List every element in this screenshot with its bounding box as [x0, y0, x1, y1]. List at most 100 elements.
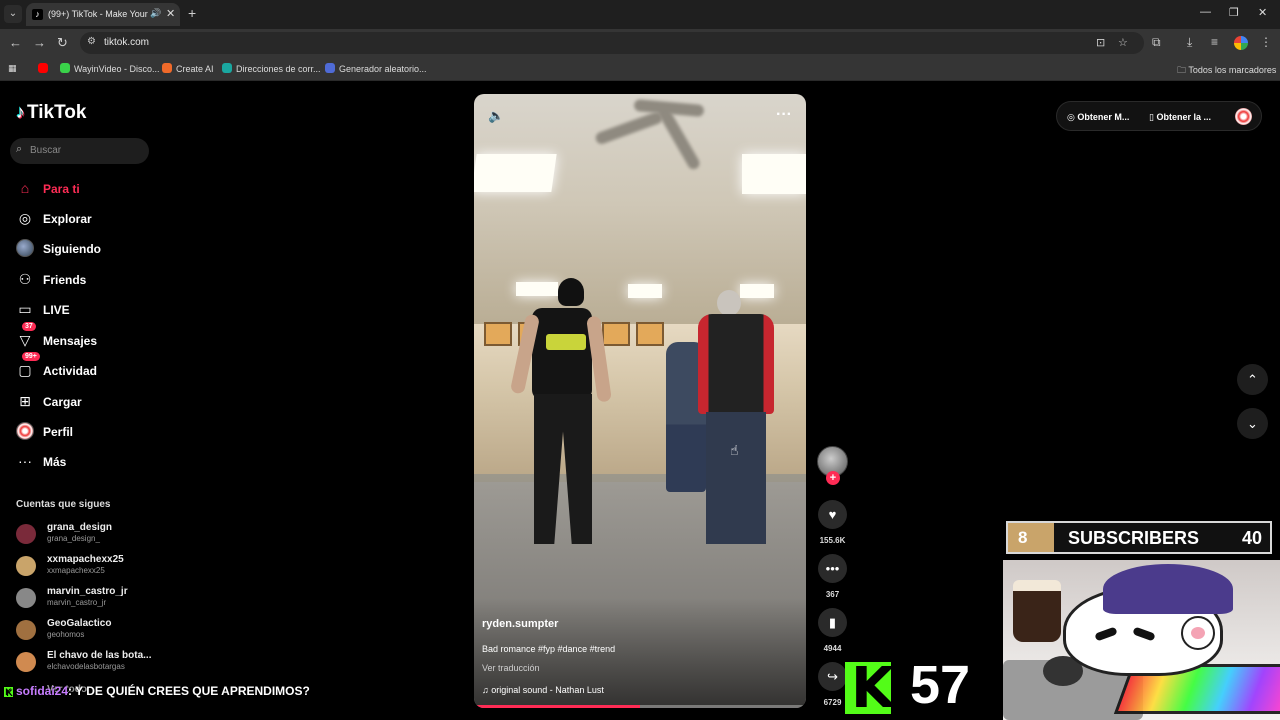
- bookmark-youtube[interactable]: [38, 63, 52, 74]
- all-bookmarks-folder[interactable]: 🗀 Todos los marcadores: [1177, 63, 1276, 79]
- save-button[interactable]: ▮: [818, 608, 847, 637]
- compass-icon: ◎: [18, 210, 32, 226]
- bystander-man-pants: [706, 412, 766, 544]
- chat-text: : Y DE QUIÉN CREES QUE APRENDIMOS?: [68, 684, 310, 698]
- bookmark-star-icon[interactable]: ☆: [1118, 36, 1128, 49]
- avatar: [16, 588, 36, 608]
- tiktok-favicon-icon: ♪: [32, 9, 43, 20]
- search-icon: ⌕: [16, 143, 23, 155]
- ceiling-light: [628, 284, 662, 298]
- activity-badge: 99+: [22, 352, 40, 361]
- nav-mensajes[interactable]: ▽ 37 Mensajes: [16, 322, 156, 351]
- next-video-button[interactable]: ⌄: [1237, 408, 1268, 439]
- follow-plus-icon[interactable]: +: [826, 471, 840, 485]
- nav-explorar[interactable]: ◎ Explorar: [16, 209, 156, 229]
- youtube-icon: [38, 63, 48, 73]
- downloads-icon[interactable]: ⤓: [1187, 35, 1192, 50]
- following-account[interactable]: grana_design grana_design_: [16, 520, 156, 548]
- address-bar[interactable]: ⚙ tiktok.com ⊡ ☆: [80, 32, 1144, 54]
- nav-cargar[interactable]: ⊞ Cargar: [16, 392, 156, 412]
- bookmark-create-ai[interactable]: Create AI: [162, 63, 214, 74]
- ceiling-fan: [594, 98, 705, 172]
- save-count: 4944: [823, 644, 842, 653]
- new-tab-button[interactable]: +: [188, 5, 196, 21]
- get-app-pill: ◎ Obtener M... ▯ Obtener la ...: [1056, 101, 1262, 131]
- browser-tab[interactable]: ♪ (99+) TikTok - Make Your Day 🔊 ✕: [26, 3, 180, 26]
- following-account[interactable]: xxmapachexx25 xxmapachexx25: [16, 552, 156, 580]
- bookmark-generador[interactable]: Generador aleatorio...: [325, 63, 427, 74]
- install-app-icon[interactable]: ⊡: [1096, 36, 1105, 49]
- back-icon[interactable]: ←: [9, 35, 22, 50]
- wayinvideo-icon: [60, 63, 70, 73]
- ceiling-light: [740, 284, 774, 298]
- close-window-icon[interactable]: ✕: [1258, 6, 1267, 19]
- bookmark-direcciones[interactable]: Direcciones de corr...: [222, 63, 321, 74]
- minimize-icon[interactable]: —: [1200, 6, 1211, 18]
- home-icon: ⌂: [20, 180, 30, 196]
- video-player[interactable]: 🔈 ··· ☝ ryden.sumpter Bad romance #fyp #…: [474, 94, 806, 708]
- heart-icon: ♥: [828, 507, 837, 522]
- nav-perfil[interactable]: Perfil: [16, 422, 156, 442]
- subscriber-current: 8: [1008, 523, 1054, 552]
- mascot-paw: [1181, 616, 1215, 650]
- mouse-cursor-icon: ☝: [730, 442, 739, 458]
- following-account[interactable]: El chavo de las bota... elchavodelasbota…: [16, 648, 156, 676]
- share-button[interactable]: ↪: [818, 662, 847, 691]
- coin-icon: ◎: [1067, 112, 1078, 122]
- kick-viewer-count: 57: [910, 655, 971, 715]
- apps-grid-icon[interactable]: ▦: [8, 63, 17, 74]
- chevron-up-icon: ⌃: [1247, 372, 1258, 387]
- forward-icon[interactable]: →: [33, 35, 46, 50]
- tab-close-icon[interactable]: ✕: [166, 7, 175, 20]
- volume-icon[interactable]: 🔈: [488, 108, 504, 124]
- video-sound[interactable]: ♫ original sound - Nathan Lust: [482, 685, 604, 695]
- upload-icon: ⊞: [19, 393, 31, 409]
- direcciones-icon: [222, 63, 232, 73]
- browser-profile-icon[interactable]: [1234, 36, 1248, 50]
- nav-friends[interactable]: ⚇ Friends: [16, 270, 156, 290]
- video-progress-fill: [474, 705, 640, 708]
- more-options-icon[interactable]: ···: [776, 106, 792, 124]
- get-coins-button[interactable]: ◎ Obtener M...: [1067, 112, 1129, 123]
- media-control-icon[interactable]: ≡: [1211, 35, 1218, 49]
- user-avatar[interactable]: [1235, 108, 1252, 125]
- comment-icon: •••: [825, 561, 840, 576]
- previous-video-button[interactable]: ⌃: [1237, 364, 1268, 395]
- get-app-button[interactable]: ▯ Obtener la ...: [1149, 112, 1211, 123]
- mascot-hat: [1103, 564, 1233, 614]
- like-button[interactable]: ♥: [818, 500, 847, 529]
- nav-mas[interactable]: ··· Más: [16, 452, 156, 472]
- profile-icon: [16, 422, 34, 440]
- create-ai-icon: [162, 63, 172, 73]
- browser-menu-icon[interactable]: ⋮: [1260, 35, 1272, 49]
- site-info-icon[interactable]: ⚙: [87, 36, 96, 47]
- avatar: [16, 652, 36, 672]
- translate-link[interactable]: Ver traducción: [482, 663, 540, 673]
- tab-audio-icon[interactable]: 🔊: [150, 8, 161, 19]
- bookmark-wayinvideo[interactable]: WayinVideo - Disco...: [60, 63, 160, 74]
- chat-message: Ksofidai24: Y DE QUIÉN CREES QUE APRENDI…: [4, 682, 344, 700]
- following-account[interactable]: GeoGalactico geohomos: [16, 616, 156, 644]
- comment-button[interactable]: •••: [818, 554, 847, 583]
- search-input[interactable]: ⌕ Buscar: [10, 138, 149, 164]
- extensions-icon[interactable]: ⧉: [1152, 35, 1161, 50]
- bookmark-icon: ▮: [828, 615, 837, 630]
- chevron-down-icon: ⌄: [1247, 416, 1258, 431]
- tiktok-logo[interactable]: ♪ TikTok: [16, 102, 86, 124]
- following-account[interactable]: marvin_castro_jr marvin_castro_jr: [16, 584, 156, 612]
- video-caption[interactable]: Bad romance #fyp #dance #trend: [482, 644, 615, 654]
- messages-icon: ▽: [19, 332, 31, 348]
- browser-toolbar: ← → ↻ ⚙ tiktok.com ⊡ ☆ ⧉ ⤓ ≡ ⋮: [0, 29, 1280, 57]
- nav-actividad[interactable]: ▢ 99+ Actividad: [16, 352, 156, 381]
- menu-board: [484, 322, 512, 346]
- restore-icon[interactable]: ❐: [1229, 6, 1239, 19]
- nav-para-ti[interactable]: ⌂ Para ti: [16, 179, 156, 199]
- avatar: [16, 556, 36, 576]
- avatar: [16, 620, 36, 640]
- reload-icon[interactable]: ↻: [57, 35, 68, 51]
- nav-live[interactable]: ▭ LIVE: [16, 300, 156, 320]
- nav-siguiendo[interactable]: Siguiendo: [16, 239, 156, 259]
- share-icon: ↪: [827, 669, 838, 684]
- tab-search-button[interactable]: ⌄: [4, 5, 22, 23]
- video-author[interactable]: ryden.sumpter: [482, 618, 558, 630]
